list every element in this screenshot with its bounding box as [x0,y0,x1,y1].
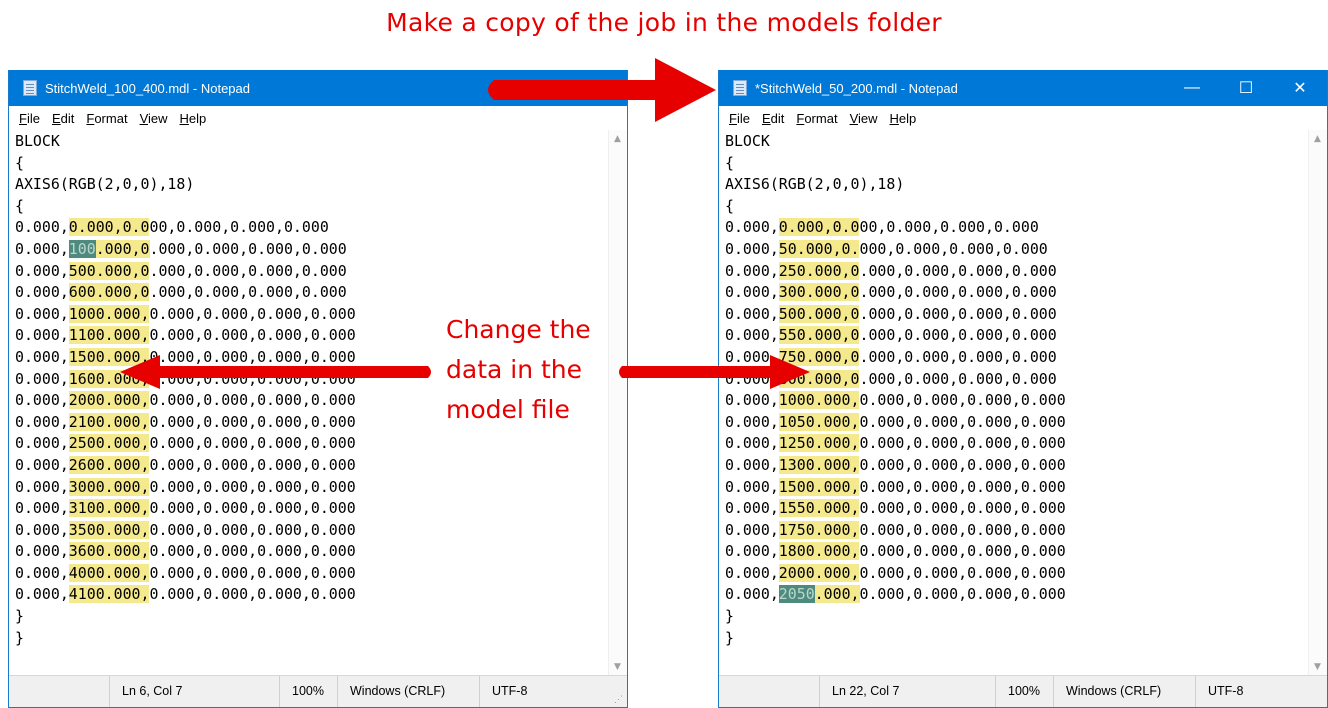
copy-arrow-icon [488,58,716,122]
left-pointer-arrow-icon [120,355,431,389]
right-pointer-arrow-icon [619,355,810,389]
arrow-overlay [120,58,810,389]
